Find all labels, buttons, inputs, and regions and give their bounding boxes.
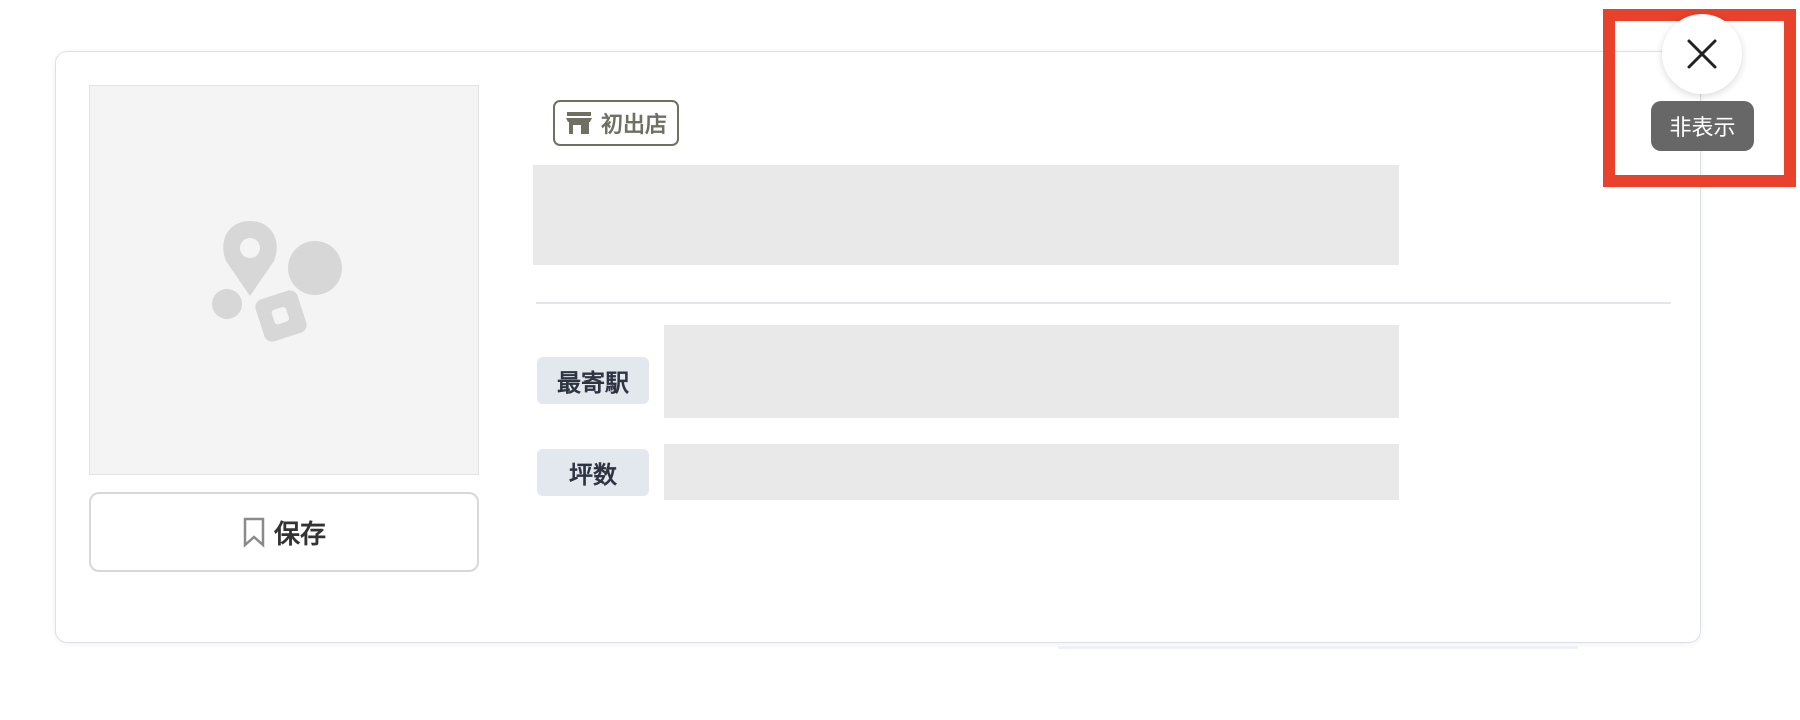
listing-thumbnail [89,85,479,475]
hide-tooltip: 非表示 [1651,101,1754,151]
bottom-divider-line [1058,646,1578,649]
placeholder-image-icon [212,221,342,342]
nearest-station-skeleton [664,325,1399,418]
store-icon [566,112,592,134]
close-icon [1687,39,1717,69]
floor-area-skeleton [664,444,1399,500]
title-skeleton [533,165,1399,265]
new-store-tag-label: 初出店 [601,113,668,138]
card-divider [536,302,1671,304]
new-store-tag: 初出店 [553,100,680,146]
close-button[interactable] [1662,14,1742,94]
listing-card[interactable]: 保存 初出店 最寄駅 坪数 [55,51,1701,643]
top-content-fragment [915,0,1215,2]
nearest-station-label: 最寄駅 [537,357,649,404]
floor-area-label: 坪数 [537,449,649,496]
save-button[interactable]: 保存 [89,492,479,572]
save-button-label: 保存 [273,519,326,550]
bookmark-icon [243,517,265,548]
